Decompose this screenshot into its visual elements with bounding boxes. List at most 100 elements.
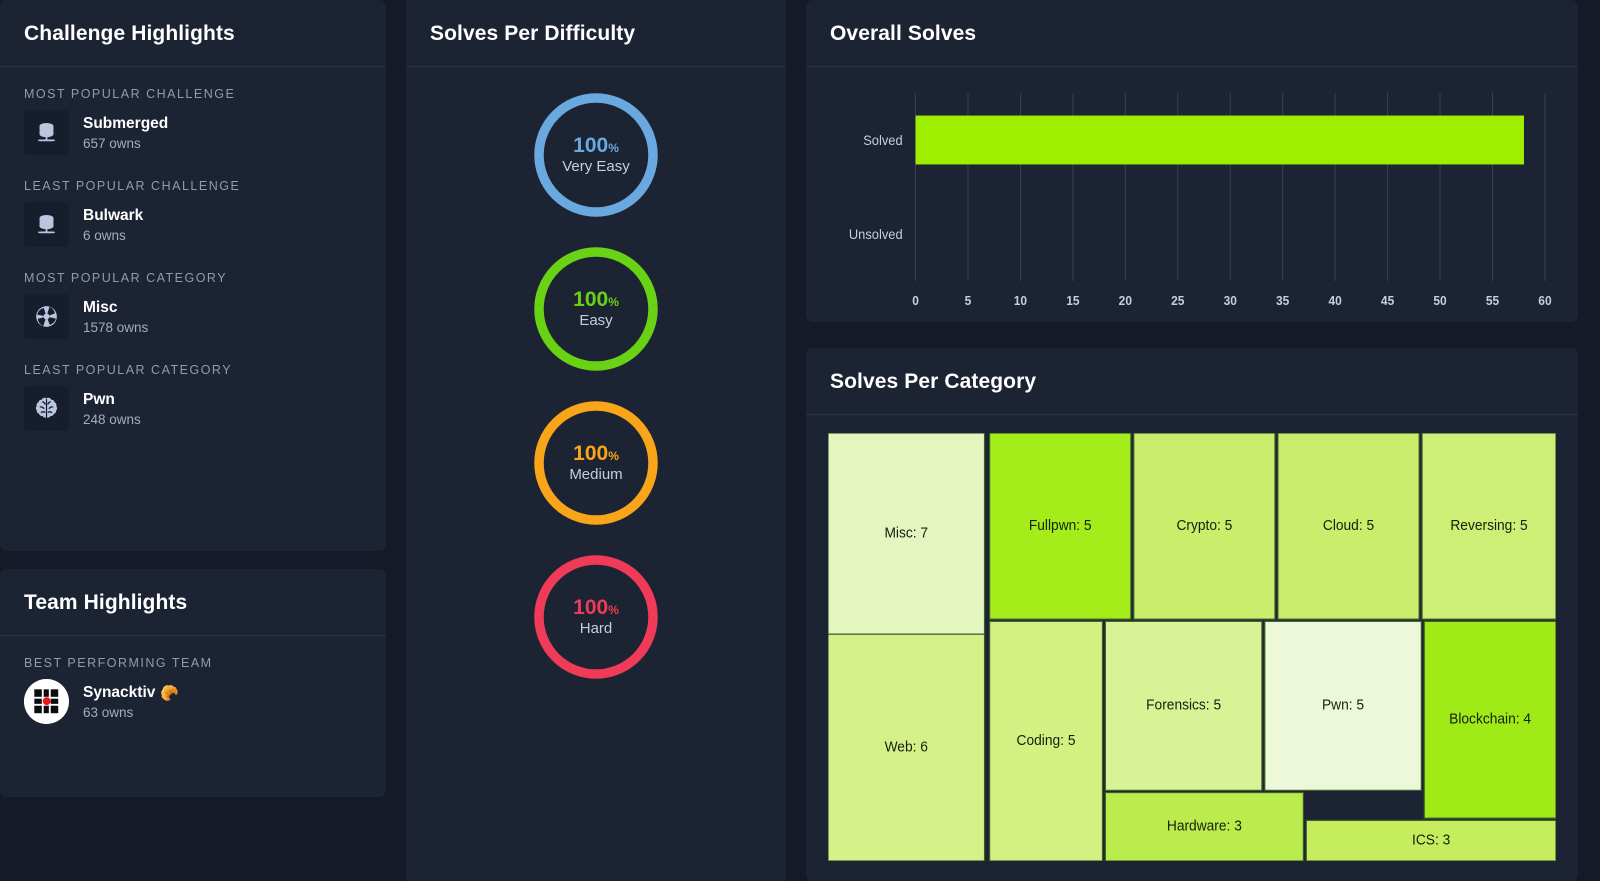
treemap-tile[interactable]: Fullpwn: 5 [989,433,1132,620]
challenge-highlights-list: MOST POPULAR CHALLENGE Submerged 657 owns L… [0,67,386,551]
dashboard-root: Challenge Highlights MOST POPULAR CHALLE… [0,0,1600,881]
x-axis-tick-label: 35 [1276,294,1289,309]
treemap-tile-label: Reversing: 5 [1450,518,1527,534]
challenge-highlight-text: Misc 1578 owns [83,299,148,335]
donut-center: 100% Hard [530,551,662,683]
challenge-highlight-item[interactable]: Bulwark 6 owns [24,202,362,247]
treemap-tile[interactable]: Reversing: 5 [1421,433,1556,620]
treemap-tile[interactable]: Blockchain: 4 [1423,620,1556,819]
challenge-highlight-label: LEAST POPULAR CHALLENGE [24,179,241,193]
donut-percent: 100% [573,288,619,311]
challenge-highlight-owns-count: 657 owns [83,135,141,151]
challenge-highlight-text: Bulwark 6 owns [83,207,143,243]
bar-solved[interactable] [915,115,1524,165]
x-axis-tick-label: 15 [1066,294,1079,309]
solves-per-category-title: Solves Per Category [830,370,1037,393]
x-axis-tick-label: 45 [1381,294,1394,309]
challenge-highlight-block: LEAST POPULAR CHALLENGE Bulwark 6 owns [24,179,362,247]
treemap-tile[interactable]: Cloud: 5 [1277,433,1420,620]
difficulty-donut[interactable]: 100% Very Easy [530,89,662,221]
solves-per-difficulty-header: Solves Per Difficulty [406,0,786,67]
team-highlight-item[interactable]: Synacktiv 🥐 63 owns [24,679,362,724]
difficulty-donut-list: 100% Very Easy 100% Easy 100% Medium 100% Hard [406,67,786,881]
y-axis-category-label: Solved [863,133,902,149]
treemap-tile-label: Blockchain: 4 [1449,711,1531,727]
challenge-highlight-name: Pwn [83,390,115,408]
treemap-tile[interactable]: Pwn: 5 [1264,620,1422,792]
treemap-tile[interactable]: Forensics: 5 [1104,620,1263,792]
x-axis-tick-label: 0 [912,294,919,309]
treemap-tile[interactable]: Misc: 7 [828,433,986,635]
donut-percent: 100% [573,596,619,619]
treemap-tile-label: Hardware: 3 [1167,818,1242,834]
challenge-highlight-text: Submerged 657 owns [83,115,168,151]
x-axis-tick-label: 55 [1486,294,1499,309]
donut-percent: 100% [573,134,619,157]
donut-label: Very Easy [562,158,630,175]
challenge-highlight-item[interactable]: Submerged 657 owns [24,110,362,155]
challenge-highlight-label: MOST POPULAR CHALLENGE [24,87,236,101]
percent-sign: % [608,295,619,309]
treemap-tile-label: Coding: 5 [1017,733,1076,749]
x-axis-tick-label: 5 [965,294,972,309]
treemap-tile-label: Web: 6 [885,739,928,755]
x-axis-tick-label: 60 [1538,294,1551,309]
challenge-highlight-item[interactable]: Misc 1578 owns [24,294,362,339]
treemap-tile[interactable]: Coding: 5 [989,620,1104,861]
solves-per-difficulty-title: Solves Per Difficulty [430,22,636,45]
solves-per-difficulty-panel: Solves Per Difficulty 100% Very Easy 100% E… [406,0,786,881]
team-highlight-name: Synacktiv 🥐 [83,683,180,702]
challenge-highlight-text: Pwn 248 owns [83,391,141,427]
team-highlight-label: BEST PERFORMING TEAM [24,656,213,670]
challenge-highlight-block: MOST POPULAR CATEGORY Misc 1578 owns [24,271,362,339]
challenge-highlights-header: Challenge Highlights [0,0,386,67]
solves-per-category-panel: Solves Per Category Misc: 7 Web: 6 Fullpwn… [806,348,1578,881]
donut-center: 100% Easy [530,243,662,375]
team-highlights-title: Team Highlights [24,591,188,614]
database-icon [24,202,69,247]
percent-sign: % [608,603,619,617]
overall-solves-chart-area: 0 5 10 15 20 25 30 35 40 45 50 55 60 Solved Unsolved [806,67,1578,322]
challenge-highlight-block: MOST POPULAR CHALLENGE Submerged 657 owns [24,87,362,155]
donut-percent: 100% [573,442,619,465]
treemap-tile-label: Cloud: 5 [1323,518,1374,534]
challenge-highlight-label: MOST POPULAR CATEGORY [24,271,228,285]
category-treemap[interactable]: Misc: 7 Web: 6 Fullpwn: 5 Crypto: 5 Cloud: 5… [828,433,1556,861]
treemap-tile[interactable]: Web: 6 [828,633,986,861]
overall-solves-header: Overall Solves [806,0,1578,67]
treemap-tile-label: ICS: 3 [1412,832,1450,848]
donut-label: Medium [569,466,623,483]
treemap-tile-label: Pwn: 5 [1322,697,1364,713]
challenge-highlight-block: LEAST POPULAR CATEGORY Pwn 248 owns [24,363,362,431]
donut-label: Easy [579,312,613,329]
overall-solves-bar-chart[interactable]: 0 5 10 15 20 25 30 35 40 45 50 55 60 Solved Unsolved [828,85,1556,321]
challenge-highlight-name: Submerged [83,114,169,132]
solves-per-category-header: Solves Per Category [806,348,1578,415]
challenge-highlight-label: LEAST POPULAR CATEGORY [24,363,233,377]
left-column: Challenge Highlights MOST POPULAR CHALLE… [0,0,386,881]
x-axis-tick-label: 40 [1328,294,1341,309]
difficulty-donut[interactable]: 100% Easy [530,243,662,375]
page-title: Challenge Highlights [24,22,235,45]
difficulty-donut[interactable]: 100% Hard [530,551,662,683]
treemap-tile-label: Crypto: 5 [1176,518,1232,534]
database-icon [24,110,69,155]
treemap-tile[interactable]: Hardware: 3 [1104,791,1304,861]
difficulty-donut[interactable]: 100% Medium [530,397,662,529]
team-highlight-block: BEST PERFORMING TEAM Synacktiv 🥐 63 owns [24,656,362,724]
team-highlight-text: Synacktiv 🥐 63 owns [83,684,179,720]
treemap-tile-label: Misc: 7 [884,525,928,541]
treemap-tile[interactable]: Crypto: 5 [1133,433,1276,620]
team-highlights-panel: Team Highlights BEST PERFORMING TEAM Syna… [0,569,386,797]
team-highlight-owns-count: 63 owns [83,704,134,720]
overall-solves-panel: Overall Solves 0 5 10 15 20 25 30 35 40 45 50 55 60 S… [806,0,1578,322]
aperture-icon [24,294,69,339]
percent-sign: % [608,449,619,463]
challenge-highlight-item[interactable]: Pwn 248 owns [24,386,362,431]
treemap-tile-label: Fullpwn: 5 [1029,518,1092,534]
treemap-tile[interactable]: ICS: 3 [1305,819,1556,861]
x-axis-tick-label: 50 [1433,294,1446,309]
croissant-icon: 🥐 [160,684,180,702]
middle-column: Solves Per Difficulty 100% Very Easy 100% E… [406,0,786,881]
treemap-area: Misc: 7 Web: 6 Fullpwn: 5 Crypto: 5 Cloud: 5… [806,415,1578,881]
